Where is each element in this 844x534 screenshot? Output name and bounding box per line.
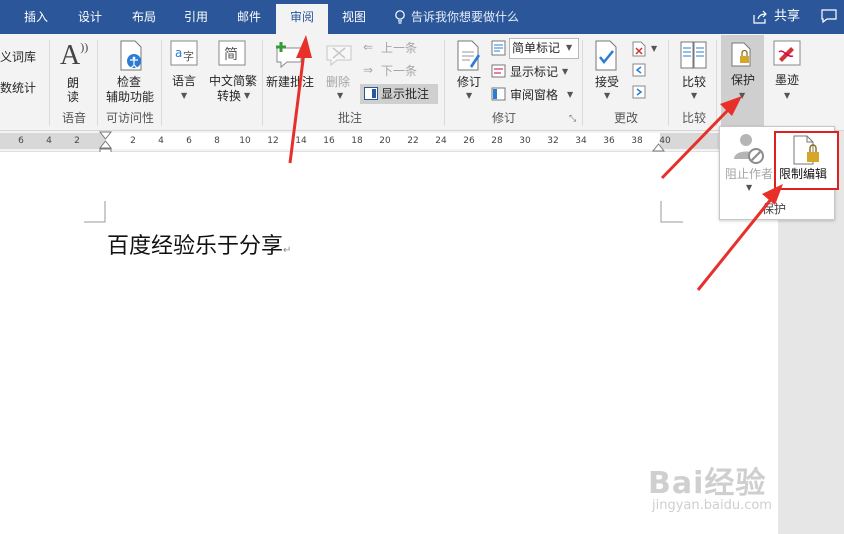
arrow-to-review-tab xyxy=(288,35,312,164)
annotation-arrows xyxy=(288,35,783,291)
arrow-to-restrict-editing xyxy=(696,184,783,291)
arrow-to-protect-button xyxy=(660,96,742,180)
